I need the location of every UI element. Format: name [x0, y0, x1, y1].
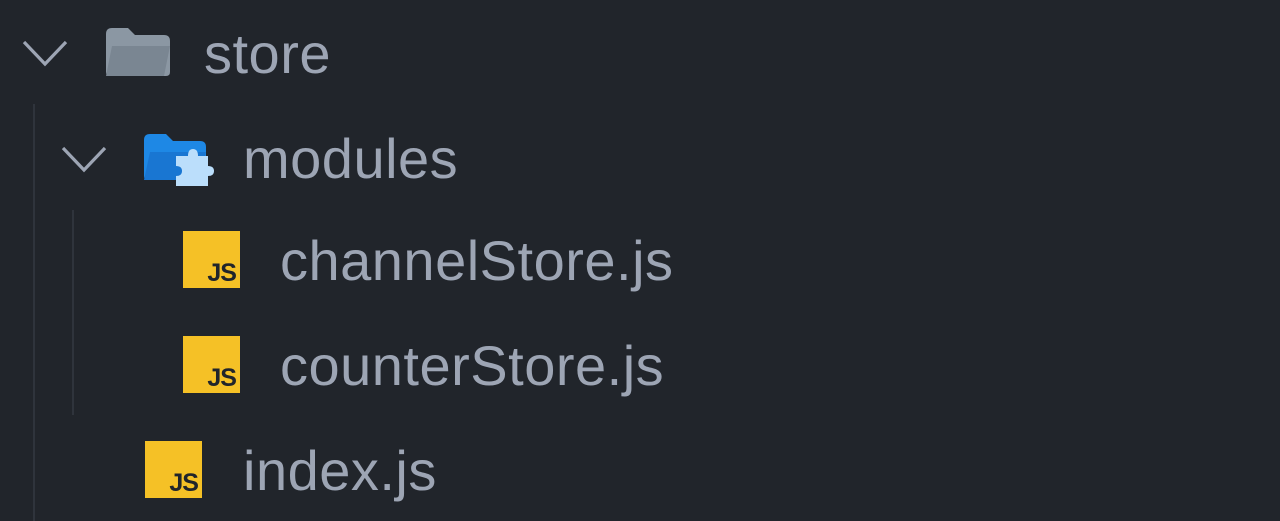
tree-item-label: index.js [243, 439, 437, 502]
tree-item-index-file[interactable]: JS index.js [0, 424, 1280, 521]
folder-open-icon [106, 28, 170, 76]
js-file-icon: JS [183, 231, 240, 288]
js-badge-text: JS [169, 469, 199, 497]
tree-item-label: modules [243, 127, 459, 190]
file-explorer-tree: store modules JS channelStore.js JS coun… [0, 0, 1280, 521]
js-badge-text: JS [207, 259, 237, 287]
js-file-icon: JS [183, 336, 240, 393]
tree-item-label: channelStore.js [280, 229, 674, 292]
tree-item-counterstore-file[interactable]: JS counterStore.js [0, 318, 1280, 424]
tree-item-channelstore-file[interactable]: JS channelStore.js [0, 212, 1280, 318]
folder-modules-icon [144, 134, 214, 186]
tree-item-label: counterStore.js [280, 334, 665, 397]
tree-item-label: store [204, 22, 331, 85]
js-badge-text: JS [207, 364, 237, 392]
tree-item-store-folder[interactable]: store [0, 0, 1280, 106]
js-file-icon: JS [145, 441, 202, 498]
tree-item-modules-folder[interactable]: modules [0, 106, 1280, 212]
chevron-down-icon[interactable] [61, 144, 107, 174]
chevron-down-icon[interactable] [22, 38, 68, 68]
